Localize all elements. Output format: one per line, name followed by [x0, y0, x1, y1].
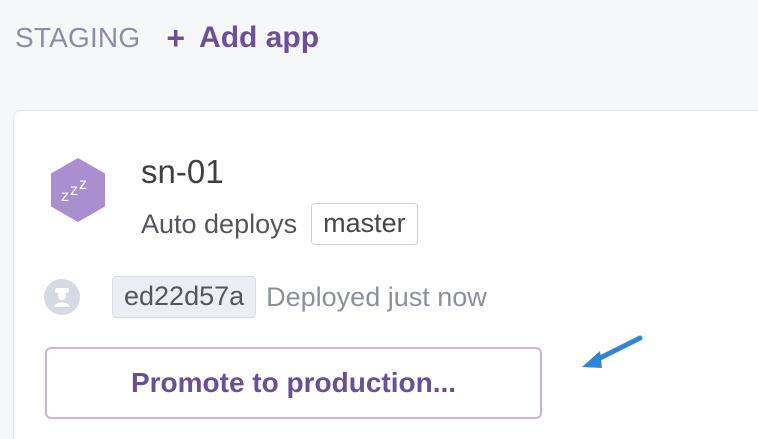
deploy-row: ed22d57a Deployed just now: [44, 276, 487, 318]
auto-deploys-row: Auto deploys master: [141, 203, 418, 245]
pipeline-stage: STAGING + Add app z z z sn-01 Auto deplo…: [0, 0, 758, 439]
plus-icon: +: [166, 20, 186, 56]
commit-badge[interactable]: ed22d57a: [112, 276, 257, 318]
svg-text:z: z: [70, 182, 78, 199]
deploy-status: Deployed just now: [266, 281, 487, 312]
auto-deploys-label: Auto deploys: [141, 208, 298, 239]
promote-to-production-button[interactable]: Promote to production...: [45, 347, 542, 419]
add-app-button[interactable]: + Add app: [166, 21, 319, 55]
svg-text:z: z: [79, 176, 87, 193]
app-name[interactable]: sn-01: [141, 153, 224, 191]
app-card[interactable]: z z z sn-01 Auto deploys master ed22d57a…: [13, 110, 758, 439]
svg-text:z: z: [61, 188, 69, 205]
arrow-icon: [582, 335, 643, 368]
branch-badge[interactable]: master: [311, 203, 418, 245]
sleeping-zzz-icon: z z z: [49, 157, 107, 223]
stage-header: STAGING + Add app: [15, 18, 319, 58]
stage-label: STAGING: [15, 22, 141, 53]
user-avatar-icon: [54, 288, 70, 307]
add-app-label: Add app: [199, 21, 320, 54]
avatar: [44, 279, 80, 315]
